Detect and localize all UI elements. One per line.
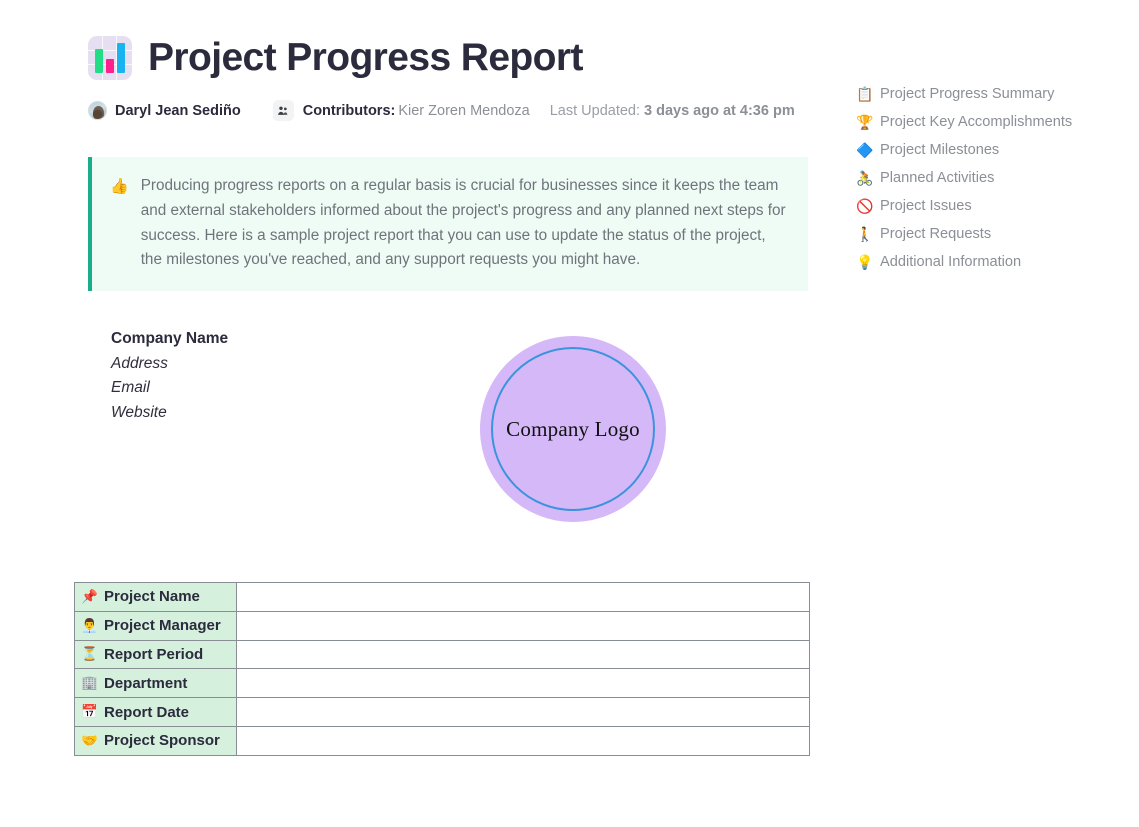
- row-label-project-manager: 👨‍💼 Project Manager: [74, 610, 237, 641]
- page-title: Project Progress Report: [148, 35, 583, 79]
- row-value-department[interactable]: [236, 668, 810, 699]
- toc-item-label: Additional Information: [880, 254, 1022, 270]
- table-row: 🏢 Department: [74, 668, 810, 699]
- row-value-report-period[interactable]: [236, 639, 810, 670]
- intro-callout: 👍 Producing progress reports on a regula…: [88, 157, 808, 292]
- toc-item-project-progress-summary[interactable]: 📋 Project Progress Summary: [856, 80, 1116, 108]
- trophy-icon: 🏆: [856, 113, 874, 130]
- light-bulb-icon: 💡: [856, 253, 874, 270]
- row-label-project-sponsor: 🤝 Project Sponsor: [74, 725, 237, 756]
- company-name: Company Name: [111, 330, 229, 347]
- row-label-report-period: ⏳ Report Period: [74, 639, 237, 670]
- row-label-text: Project Name: [104, 588, 200, 606]
- project-info-table: 📌 Project Name 👨‍💼 Project Manager: [74, 582, 810, 756]
- toc-item-label: Project Issues: [880, 198, 972, 214]
- row-label-text: Report Period: [104, 645, 204, 663]
- table-row: ⏳ Report Period: [74, 639, 810, 670]
- last-updated-value: 3 days ago at 4:36 pm: [644, 102, 795, 119]
- company-website: Website: [111, 403, 167, 421]
- thumbs-up-icon: 👍: [110, 178, 129, 195]
- document-page: Project Progress Report Daryl Jean Sediñ…: [0, 0, 1139, 827]
- toc-item-project-milestones[interactable]: 🔷 Project Milestones: [856, 136, 1116, 164]
- last-updated-label: Last Updated:: [549, 102, 641, 119]
- callout-text: Producing progress reports on a regular …: [140, 177, 786, 269]
- toc-item-label: Project Progress Summary: [880, 86, 1055, 102]
- company-email: Email: [111, 379, 150, 397]
- company-address: Address: [111, 354, 168, 372]
- toc-item-planned-activities[interactable]: 🚴 Planned Activities: [856, 164, 1116, 192]
- row-value-project-name[interactable]: [236, 582, 810, 612]
- toc-item-label: Project Milestones: [880, 142, 1000, 158]
- document-meta: Daryl Jean Sediño Contributors: Kier Zor…: [88, 100, 828, 121]
- toc-item-label: Planned Activities: [880, 170, 995, 186]
- toc-item-project-issues[interactable]: 🚫 Project Issues: [856, 192, 1116, 220]
- avatar: [88, 101, 107, 120]
- row-label-text: Project Sponsor: [104, 732, 220, 750]
- row-label-report-date: 📅 Report Date: [74, 697, 237, 727]
- handshake-icon: 🤝: [81, 732, 98, 748]
- company-info-block: Company Name Address Email Website: [111, 327, 228, 425]
- toc-item-label: Project Key Accomplishments: [880, 114, 1073, 130]
- title-row: Project Progress Report: [88, 36, 828, 80]
- contributors-label: Contributors:: [302, 102, 396, 119]
- company-logo-placeholder: Company Logo: [480, 336, 666, 522]
- row-value-project-sponsor[interactable]: [236, 725, 810, 756]
- toc-item-label: Project Requests: [880, 226, 992, 242]
- people-icon: [272, 100, 294, 121]
- row-label-department: 🏢 Department: [74, 668, 237, 699]
- blue-diamond-icon: 🔷: [856, 141, 874, 158]
- calendar-icon: 📅: [81, 704, 98, 720]
- table-row: 🤝 Project Sponsor: [74, 725, 810, 756]
- bar-chart-icon: [88, 36, 132, 80]
- row-label-project-name: 📌 Project Name: [74, 582, 237, 612]
- clipboard-icon: 📋: [856, 85, 874, 102]
- table-row: 📌 Project Name: [74, 582, 810, 612]
- pushpin-icon: 📌: [81, 588, 98, 604]
- row-value-report-date[interactable]: [236, 697, 810, 727]
- table-row: 📅 Report Date: [74, 697, 810, 727]
- toc-item-additional-information[interactable]: 💡 Additional Information: [856, 248, 1116, 276]
- row-label-text: Project Manager: [104, 617, 221, 635]
- contributors-names: Kier Zoren Mendoza: [398, 102, 530, 119]
- hourglass-icon: ⏳: [81, 646, 98, 662]
- logo-text: Company Logo: [506, 416, 640, 441]
- author-name: Daryl Jean Sediño: [115, 102, 241, 119]
- row-label-text: Department: [104, 674, 188, 692]
- toc-item-project-key-accomplishments[interactable]: 🏆 Project Key Accomplishments: [856, 108, 1116, 136]
- office-building-icon: 🏢: [81, 675, 98, 691]
- table-row: 👨‍💼 Project Manager: [74, 610, 810, 641]
- person-walking-icon: 🚶: [856, 225, 874, 242]
- cyclist-icon: 🚴: [856, 169, 874, 186]
- document-header: Project Progress Report Daryl Jean Sediñ…: [88, 36, 828, 121]
- table-of-contents: 📋 Project Progress Summary 🏆 Project Key…: [856, 80, 1116, 276]
- prohibited-icon: 🚫: [856, 197, 874, 214]
- row-value-project-manager[interactable]: [236, 610, 810, 641]
- office-worker-icon: 👨‍💼: [81, 617, 98, 633]
- row-label-text: Report Date: [104, 703, 190, 721]
- toc-item-project-requests[interactable]: 🚶 Project Requests: [856, 220, 1116, 248]
